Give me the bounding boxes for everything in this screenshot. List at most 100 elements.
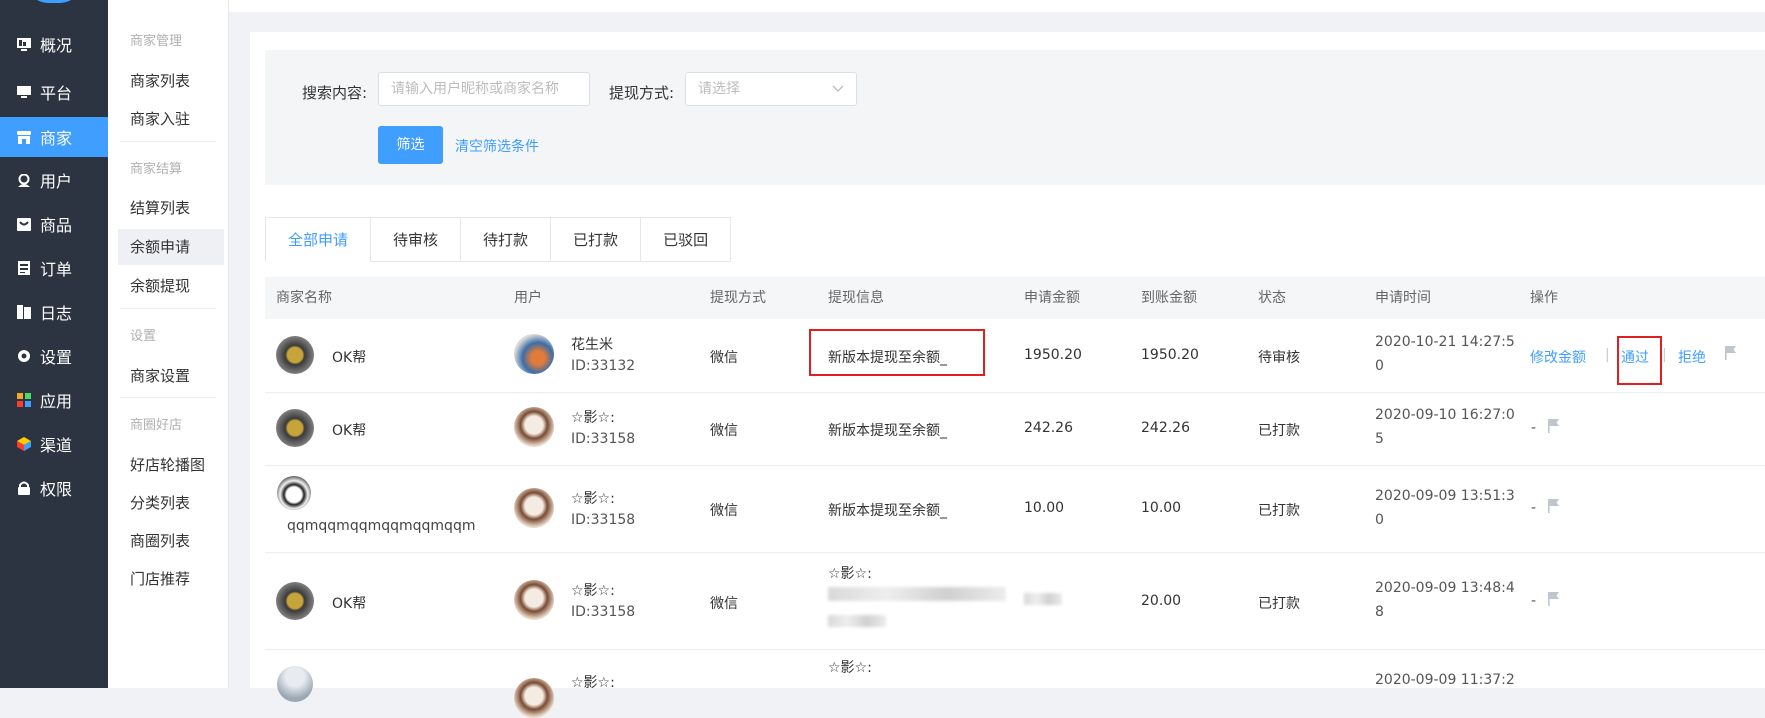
- sidebar-item-settings[interactable]: 设置: [0, 336, 108, 376]
- flag-icon[interactable]: [1547, 592, 1561, 606]
- no-action-dash: -: [1531, 420, 1537, 436]
- received-amount: 242.26: [1141, 420, 1190, 436]
- withdraw-info: 新版本提现至余额_: [828, 423, 947, 439]
- user-name: ☆影☆:: [571, 491, 615, 507]
- withdraw-info: ☆影☆:: [828, 566, 872, 582]
- apply-time: 2020-09-09 13:51:3: [1375, 488, 1515, 504]
- apply-time-cont: 0: [1375, 512, 1384, 528]
- modify-amount-link[interactable]: 修改金额: [1530, 347, 1586, 367]
- table-row: OK帮 ☆影☆: ID:33158 微信 ☆影☆: 20.00 已打款 2020…: [265, 553, 1765, 650]
- sidebar-item-log[interactable]: 日志: [0, 292, 108, 332]
- sidebar-item-label: 用户: [40, 172, 73, 191]
- subnav-item-store-recommend[interactable]: 门店推荐: [108, 561, 216, 597]
- sidebar-item-label: 权限: [40, 480, 73, 499]
- monitor-icon: [16, 84, 32, 100]
- shop-icon: [16, 129, 32, 145]
- merchant-name: OK帮: [332, 596, 367, 612]
- sidebar-item-overview[interactable]: 概况: [0, 24, 108, 64]
- tab-paid[interactable]: 已打款: [551, 217, 642, 262]
- method-label: 提现方式:: [609, 84, 675, 102]
- sidebar-item-platform[interactable]: 平台: [0, 72, 108, 112]
- apply-amount: 1950.20: [1024, 347, 1082, 363]
- subnav-item-shop-carousel[interactable]: 好店轮播图: [108, 447, 216, 483]
- filter-button[interactable]: 筛选: [378, 126, 443, 164]
- status-tabs: 全部申请 待审核 待打款 已打款 已驳回: [265, 217, 732, 262]
- status-text: 已打款: [1258, 503, 1300, 519]
- dashboard-icon: [16, 36, 32, 52]
- sidebar-item-apps[interactable]: 应用: [0, 380, 108, 420]
- flag-icon[interactable]: [1547, 419, 1561, 433]
- sidebar-item-goods[interactable]: 商品: [0, 204, 108, 244]
- subnav-group-title: 商圈好店: [130, 418, 183, 433]
- no-action-dash: -: [1531, 593, 1537, 609]
- sidebar-item-label: 商家: [40, 129, 73, 148]
- search-input[interactable]: 请输入用户昵称或商家名称: [378, 72, 590, 106]
- merchant-name: OK帮: [332, 350, 367, 366]
- withdraw-info: ☆影☆:: [828, 660, 872, 676]
- apply-time-cont: 5: [1375, 431, 1384, 447]
- apply-time: 2020-09-09 13:48:4: [1375, 580, 1515, 596]
- subnav-item-merchant-join[interactable]: 商家入驻: [108, 101, 216, 137]
- log-icon: [16, 304, 32, 320]
- sidebar-item-merchant[interactable]: 商家: [0, 117, 108, 157]
- withdraw-method: 微信: [710, 503, 738, 519]
- user-name: 花生米: [571, 337, 613, 353]
- blurred-info: [828, 587, 1006, 601]
- status-text: 待审核: [1258, 350, 1300, 366]
- column-header: 商家名称: [276, 290, 332, 306]
- main-sidebar: 概况 平台 商家 用户 商品 订单 日志 设置 应用 渠道 权限: [0, 0, 108, 688]
- subnav-group-title: 设置: [130, 329, 157, 344]
- highlight-box-approve: [1617, 336, 1662, 385]
- user-id: ID:33158: [571, 431, 636, 447]
- sidebar-item-permission[interactable]: 权限: [0, 468, 108, 508]
- sidebar-item-label: 平台: [40, 84, 73, 103]
- logo: [24, 0, 84, 3]
- withdraw-method: 微信: [710, 596, 738, 612]
- column-header: 操作: [1530, 290, 1558, 306]
- flag-icon[interactable]: [1724, 346, 1738, 360]
- subnav-item-balance-withdraw[interactable]: 余额提现: [108, 268, 216, 304]
- tab-pending-review[interactable]: 待审核: [371, 217, 462, 262]
- method-select[interactable]: 请选择: [685, 72, 857, 106]
- blurred-amount: [1024, 593, 1062, 605]
- apply-amount: 242.26: [1024, 420, 1073, 436]
- column-header: 状态: [1258, 290, 1286, 306]
- user-icon: [16, 172, 32, 188]
- goods-icon: [16, 216, 32, 232]
- user-id: ID:33132: [571, 358, 636, 374]
- column-header: 提现方式: [710, 290, 766, 306]
- subnav-item-merchant-settings[interactable]: 商家设置: [108, 358, 216, 394]
- subnav-item-category-list[interactable]: 分类列表: [108, 485, 216, 521]
- subnav-item-district-list[interactable]: 商圈列表: [108, 523, 216, 559]
- sidebar-item-orders[interactable]: 订单: [0, 248, 108, 288]
- cube-icon: [16, 436, 32, 452]
- sidebar-item-label: 渠道: [40, 436, 73, 455]
- subnav-item-settlement-list[interactable]: 结算列表: [108, 190, 216, 226]
- tab-pending-payment[interactable]: 待打款: [461, 217, 552, 262]
- method-placeholder: 请选择: [698, 81, 740, 97]
- user-name: ☆影☆:: [571, 583, 615, 599]
- merchant-avatar: [277, 476, 311, 510]
- sidebar-item-channel[interactable]: 渠道: [0, 424, 108, 464]
- withdraw-method: 微信: [710, 350, 738, 366]
- merchant-name: OK帮: [332, 423, 367, 439]
- chevron-down-icon: [832, 85, 844, 92]
- divider: [120, 308, 216, 309]
- sidebar-item-users[interactable]: 用户: [0, 160, 108, 200]
- sidebar-item-label: 设置: [40, 348, 73, 367]
- highlight-box-info: [809, 329, 985, 376]
- merchant-name: qqmqqmqqmqqmqqmqqm: [287, 518, 476, 534]
- flag-icon[interactable]: [1547, 499, 1561, 513]
- status-text: 已打款: [1258, 596, 1300, 612]
- withdraw-method: 微信: [710, 423, 738, 439]
- tab-all[interactable]: 全部申请: [265, 217, 372, 262]
- apply-time: 2020-10-21 14:27:5: [1375, 334, 1515, 350]
- table-row: qqmqqmqqmqqmqqmqqm ☆影☆: ID:33158 微信 新版本提…: [265, 466, 1765, 553]
- apply-time-cont: 0: [1375, 358, 1384, 374]
- subnav-item-merchant-list[interactable]: 商家列表: [108, 63, 216, 99]
- tab-rejected[interactable]: 已驳回: [641, 217, 732, 262]
- clear-filter-link[interactable]: 清空筛选条件: [455, 136, 539, 156]
- reject-link[interactable]: 拒绝: [1678, 347, 1706, 367]
- subnav-item-balance-apply[interactable]: 余额申请: [118, 229, 224, 265]
- user-id: ID:33158: [571, 512, 636, 528]
